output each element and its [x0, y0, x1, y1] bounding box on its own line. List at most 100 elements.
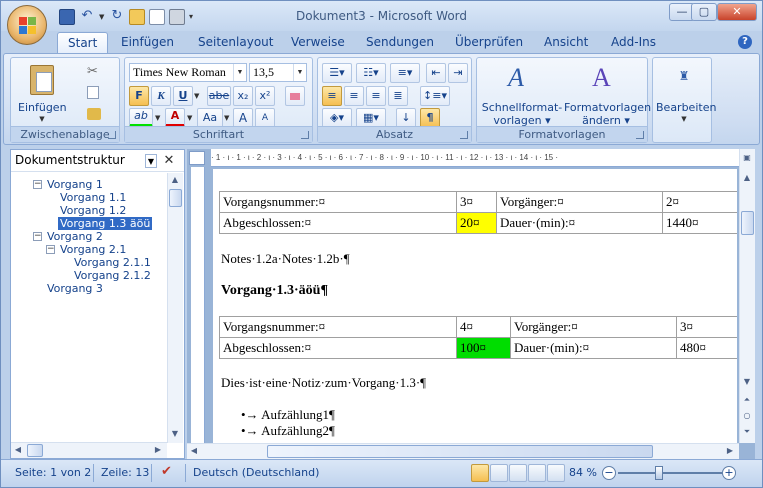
table-cell[interactable]: 480¤ [676, 337, 737, 359]
cut-icon[interactable]: ✂ [87, 64, 98, 79]
next-page-icon[interactable]: ⏷ [740, 425, 754, 439]
status-language[interactable]: Deutsch (Deutschland) [193, 466, 319, 479]
table-cell[interactable]: Abgeschlossen:¤ [219, 337, 457, 359]
table-cell[interactable]: Vorgangsnummer:¤ [219, 191, 457, 213]
font-name-dropdown-icon[interactable]: ▼ [233, 64, 246, 81]
tab-add-ins[interactable]: Add-Ins [611, 35, 656, 53]
tab-ansicht[interactable]: Ansicht [544, 35, 588, 53]
shading-button[interactable]: ◈▾ [322, 108, 352, 128]
pane-close-icon[interactable]: ✕ [161, 153, 177, 169]
align-left-button[interactable]: ≡ [322, 86, 342, 106]
expander-icon[interactable]: − [33, 180, 42, 189]
previous-page-icon[interactable]: ⏶ [740, 393, 754, 407]
outline-view-icon[interactable] [528, 464, 546, 482]
tree-item-vorgang-2[interactable]: Vorgang 2 [47, 230, 103, 243]
pane-vertical-scrollbar[interactable]: ▲ ▼ [167, 173, 183, 443]
superscript-button[interactable]: x² [255, 86, 275, 106]
show-marks-button[interactable]: ¶ [420, 108, 440, 128]
pane-horizontal-scrollbar[interactable]: ◀ ▶ [11, 442, 167, 458]
align-center-button[interactable]: ≡ [344, 86, 364, 106]
table-vorgang-1-2[interactable]: Vorgangsnummer:¤ 3¤ Vorgänger:¤ 2¤ Abges… [219, 191, 737, 234]
bold-button[interactable]: F [129, 86, 149, 106]
clear-formatting-button[interactable] [285, 86, 305, 106]
decrease-indent-button[interactable]: ⇤ [426, 63, 446, 83]
print-layout-view-icon[interactable] [471, 464, 489, 482]
browse-object-icon[interactable]: ○ [740, 409, 754, 423]
borders-button[interactable]: ▦▾ [356, 108, 386, 128]
tab-selector-icon[interactable] [189, 151, 205, 165]
status-line[interactable]: Zeile: 13 [101, 466, 149, 479]
clipboard-launcher-icon[interactable] [108, 131, 116, 139]
tree-item-vorgang-1[interactable]: Vorgang 1 [47, 178, 103, 191]
proofing-icon[interactable]: ✔ [161, 464, 172, 479]
full-screen-reading-view-icon[interactable] [490, 464, 508, 482]
help-icon[interactable]: ? [738, 35, 752, 49]
paragraph-note[interactable]: Dies·ist·eine·Notiz·zum·Vorgang·1.3·¶ [221, 375, 426, 391]
increase-indent-button[interactable]: ⇥ [448, 63, 468, 83]
underline-button[interactable]: U [173, 86, 193, 106]
tree-item-vorgang-1-1[interactable]: Vorgang 1.1 [60, 191, 126, 204]
bullets-button[interactable]: ☰▾ [322, 63, 352, 83]
bullet-item[interactable]: •→ Aufzählung2¶ [241, 423, 335, 439]
justify-button[interactable]: ≣ [388, 86, 408, 106]
tree-item-vorgang-2-1[interactable]: Vorgang 2.1 [60, 243, 126, 256]
office-button[interactable] [7, 5, 47, 45]
bullet-item[interactable]: •→ Aufzählung1¶ [241, 407, 335, 423]
tree-item-vorgang-2-1-2[interactable]: Vorgang 2.1.2 [74, 269, 151, 282]
subscript-button[interactable]: x₂ [233, 86, 253, 106]
document-page[interactable]: Vorgangsnummer:¤ 3¤ Vorgänger:¤ 2¤ Abges… [213, 169, 737, 443]
styles-launcher-icon[interactable] [636, 131, 644, 139]
numbering-button[interactable]: ☷▾ [356, 63, 386, 83]
table-cell[interactable]: Vorgänger:¤ [510, 316, 677, 338]
document-vscroll-thumb[interactable] [741, 211, 754, 235]
scroll-left-icon[interactable]: ◀ [11, 443, 25, 457]
scroll-down-icon[interactable]: ▼ [168, 427, 182, 441]
italic-button[interactable]: K [151, 86, 171, 106]
copy-icon[interactable] [87, 86, 99, 99]
tab-einfuegen[interactable]: Einfügen [121, 35, 174, 53]
table-cell[interactable]: Vorgangsnummer:¤ [219, 316, 457, 338]
font-size-dropdown-icon[interactable]: ▼ [293, 64, 306, 81]
tree-item-vorgang-1-3[interactable]: Vorgang 1.3 äöü [58, 217, 153, 230]
highlight-dropdown-icon[interactable]: ▼ [155, 114, 160, 122]
table-cell[interactable]: Dauer·(min):¤ [510, 337, 677, 359]
heading-vorgang-1-3[interactable]: Vorgang·1.3·äöü¶ [221, 283, 328, 299]
table-vorgang-1-3[interactable]: Vorgangsnummer:¤ 4¤ Vorgänger:¤ 3¤ Abges… [219, 316, 737, 359]
highlight-button[interactable]: ab [129, 108, 153, 128]
table-cell[interactable]: Dauer·(min):¤ [496, 212, 663, 234]
table-cell[interactable]: 1440¤ [662, 212, 737, 234]
font-size-combo[interactable]: 13,5 ▼ [249, 63, 307, 82]
font-launcher-icon[interactable] [301, 131, 309, 139]
document-hscroll-thumb[interactable] [267, 445, 653, 458]
table-cell[interactable]: Vorgänger:¤ [496, 191, 663, 213]
font-color-button[interactable]: A [165, 108, 185, 128]
tab-seitenlayout[interactable]: Seitenlayout [198, 35, 273, 53]
table-cell[interactable]: Abgeschlossen:¤ [219, 212, 457, 234]
document-vertical-scrollbar[interactable]: ▣ ▲ ▼ ⏶ ○ ⏷ [739, 149, 755, 443]
scroll-down-icon[interactable]: ▼ [740, 375, 754, 389]
maximize-button[interactable]: ▢ [691, 3, 717, 21]
underline-dropdown-icon[interactable]: ▼ [194, 92, 199, 100]
table-cell[interactable]: 4¤ [456, 316, 511, 338]
align-right-button[interactable]: ≡ [366, 86, 386, 106]
tree-item-vorgang-1-2[interactable]: Vorgang 1.2 [60, 204, 126, 217]
pane-dropdown-icon[interactable]: ▼ [145, 154, 157, 168]
web-layout-view-icon[interactable] [509, 464, 527, 482]
expander-icon[interactable]: − [46, 245, 55, 254]
tree-item-vorgang-3[interactable]: Vorgang 3 [47, 282, 103, 295]
format-painter-icon[interactable] [87, 108, 101, 120]
scroll-right-icon[interactable]: ▶ [151, 443, 165, 457]
highlighted-cell[interactable]: 20¤ [456, 212, 497, 234]
draft-view-icon[interactable] [547, 464, 565, 482]
status-page[interactable]: Seite: 1 von 2 [15, 466, 91, 479]
vertical-ruler[interactable] [191, 167, 205, 443]
sort-button[interactable]: ↓ [396, 108, 416, 128]
editing-button[interactable]: ♜ Bearbeiten ▼ [655, 62, 716, 124]
pane-hscroll-thumb[interactable] [27, 444, 43, 457]
highlighted-cell[interactable]: 100¤ [456, 337, 511, 359]
expander-icon[interactable]: − [33, 232, 42, 241]
document-horizontal-scrollbar[interactable]: ◀ ▶ [187, 443, 739, 459]
zoom-level[interactable]: 84 % [569, 466, 597, 479]
zoom-in-button[interactable]: + [722, 466, 736, 480]
table-cell[interactable]: 3¤ [676, 316, 737, 338]
